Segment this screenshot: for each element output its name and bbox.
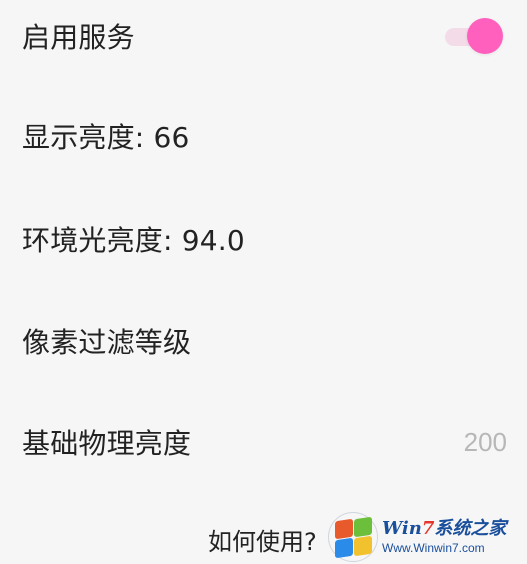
setting-row-ambient-light[interactable]: 环境光亮度: 94.0	[0, 209, 527, 269]
display-brightness-label: 显示亮度: 66	[22, 121, 190, 154]
toggle-knob	[467, 18, 503, 54]
watermark-subtitle: Www.Winwin7.com	[382, 541, 485, 555]
windows-logo-icon	[328, 512, 378, 562]
enable-service-label: 启用服务	[22, 21, 135, 54]
ambient-light-label: 环境光亮度: 94.0	[22, 224, 245, 257]
watermark-title: Win7系统之家	[382, 518, 507, 539]
watermark: Win7系统之家 Www.Winwin7.com	[328, 510, 524, 564]
setting-row-base-physical-brightness[interactable]: 基础物理亮度 200	[0, 412, 527, 472]
setting-row-enable-service[interactable]: 启用服务	[0, 6, 527, 66]
pixel-filter-level-label: 像素过滤等级	[22, 326, 192, 359]
setting-row-display-brightness[interactable]: 显示亮度: 66	[0, 106, 527, 166]
how-to-use-link[interactable]: 如何使用?	[208, 522, 317, 557]
setting-row-pixel-filter-level[interactable]: 像素过滤等级	[0, 311, 527, 371]
base-physical-brightness-value: 200	[463, 426, 507, 457]
enable-service-toggle[interactable]	[443, 18, 503, 54]
watermark-text: Win7系统之家 Www.Winwin7.com	[382, 518, 507, 555]
base-physical-brightness-label: 基础物理亮度	[22, 427, 192, 460]
